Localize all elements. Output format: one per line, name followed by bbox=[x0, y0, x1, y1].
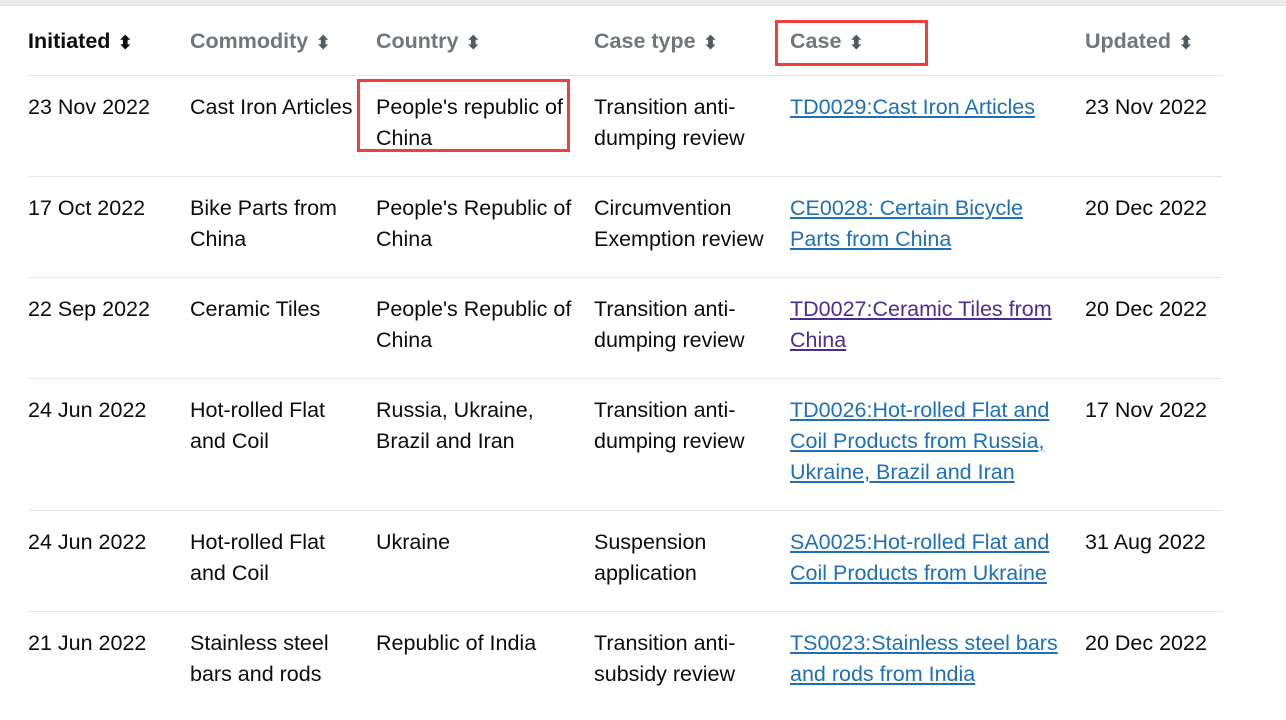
cell-commodity: Hot-rolled Flat and Coil bbox=[190, 510, 376, 612]
case-link[interactable]: CE0028: Certain Bicycle Parts from China bbox=[790, 196, 1023, 251]
cell-initiated: 24 Jun 2022 bbox=[28, 378, 190, 511]
column-header-initiated-label: Initiated bbox=[28, 29, 111, 53]
cell-updated: 23 Nov 2022 bbox=[1085, 75, 1222, 177]
cell-case: CE0028: Certain Bicycle Parts from China bbox=[790, 176, 1085, 278]
column-header-case-type-label: Case type bbox=[594, 29, 696, 53]
cell-case-type: Suspension application bbox=[594, 510, 790, 612]
cell-country: People's republic of China bbox=[376, 75, 594, 177]
column-header-case[interactable]: Case ⬍ bbox=[790, 8, 1085, 76]
cell-case-type: Circumvention Exemption review bbox=[594, 176, 790, 278]
table-row: 21 Jun 2022 Stainless steel bars and rod… bbox=[28, 612, 1222, 713]
cell-commodity: Bike Parts from China bbox=[190, 176, 376, 278]
cases-table-container: Initiated ⬍ Commodity ⬍ Country ⬍ Case type… bbox=[0, 8, 1286, 712]
column-header-commodity-label: Commodity bbox=[190, 29, 309, 53]
cell-case-type: Transition anti-dumping review bbox=[594, 75, 790, 177]
cell-updated: 20 Dec 2022 bbox=[1085, 176, 1222, 278]
page-top-strip bbox=[0, 0, 1286, 6]
cell-country: Ukraine bbox=[376, 510, 594, 612]
case-link[interactable]: TD0027:Ceramic Tiles from China bbox=[790, 297, 1052, 352]
cell-commodity: Cast Iron Articles bbox=[190, 75, 376, 177]
case-link[interactable]: SA0025:Hot-rolled Flat and Coil Products… bbox=[790, 530, 1049, 585]
sort-updown-icon[interactable]: ⬍ bbox=[703, 34, 719, 53]
table-row: 24 Jun 2022 Hot-rolled Flat and Coil Ukr… bbox=[28, 510, 1222, 612]
cell-case: TD0027:Ceramic Tiles from China bbox=[790, 277, 1085, 379]
cell-initiated: 22 Sep 2022 bbox=[28, 277, 190, 379]
table-row: 17 Oct 2022 Bike Parts from China People… bbox=[28, 176, 1222, 278]
cell-case-type: Transition anti-subsidy review bbox=[594, 631, 736, 686]
column-header-case-label: Case bbox=[790, 29, 842, 53]
cell-commodity: Hot-rolled Flat and Coil bbox=[190, 378, 376, 511]
sort-updown-icon[interactable]: ⬍ bbox=[848, 34, 864, 53]
cell-country: People's Republic of China bbox=[376, 277, 594, 379]
cell-initiated: 21 Jun 2022 bbox=[28, 631, 147, 655]
cell-updated: 20 Dec 2022 bbox=[1085, 277, 1222, 379]
cell-case: TS0023:Stainless steel bars and rods fro… bbox=[790, 612, 1085, 713]
cell-case-type: Transition anti-dumping review bbox=[594, 378, 790, 511]
column-header-initiated[interactable]: Initiated ⬍ bbox=[28, 8, 190, 76]
sort-updown-icon[interactable]: ⬍ bbox=[465, 34, 481, 53]
column-header-country[interactable]: Country ⬍ bbox=[376, 8, 594, 76]
column-header-commodity[interactable]: Commodity ⬍ bbox=[190, 8, 376, 76]
column-header-updated[interactable]: Updated ⬍ bbox=[1085, 8, 1222, 76]
column-header-updated-label: Updated bbox=[1085, 29, 1171, 53]
cell-commodity: Ceramic Tiles bbox=[190, 277, 376, 379]
case-link[interactable]: TS0023:Stainless steel bars and rods fro… bbox=[790, 631, 1058, 686]
cell-country: People's Republic of China bbox=[376, 176, 594, 278]
cell-commodity: Stainless steel bars and rods bbox=[190, 631, 329, 686]
table-header-row: Initiated ⬍ Commodity ⬍ Country ⬍ Case type… bbox=[28, 8, 1222, 76]
cell-initiated: 17 Oct 2022 bbox=[28, 176, 190, 278]
column-header-case-type[interactable]: Case type ⬍ bbox=[594, 8, 790, 76]
cell-case-type: Transition anti-dumping review bbox=[594, 277, 790, 379]
column-header-country-label: Country bbox=[376, 29, 459, 53]
sort-updown-icon[interactable]: ⬍ bbox=[315, 34, 331, 53]
cell-updated: 31 Aug 2022 bbox=[1085, 510, 1222, 612]
cell-case: TD0029:Cast Iron Articles bbox=[790, 75, 1085, 177]
trade-cases-table: Initiated ⬍ Commodity ⬍ Country ⬍ Case type… bbox=[28, 8, 1222, 712]
cell-case: TD0026:Hot-rolled Flat and Coil Products… bbox=[790, 378, 1085, 511]
cell-case: SA0025:Hot-rolled Flat and Coil Products… bbox=[790, 510, 1085, 612]
table-row: 23 Nov 2022 Cast Iron Articles People's … bbox=[28, 75, 1222, 177]
table-header: Initiated ⬍ Commodity ⬍ Country ⬍ Case type… bbox=[28, 8, 1222, 76]
table-row: 24 Jun 2022 Hot-rolled Flat and Coil Rus… bbox=[28, 378, 1222, 511]
case-link[interactable]: TD0029:Cast Iron Articles bbox=[790, 95, 1035, 119]
sort-updown-icon[interactable]: ⬍ bbox=[1178, 34, 1194, 53]
sort-updown-icon[interactable]: ⬍ bbox=[117, 34, 133, 53]
cell-updated: 17 Nov 2022 bbox=[1085, 378, 1222, 511]
cell-initiated: 24 Jun 2022 bbox=[28, 510, 190, 612]
table-row: 22 Sep 2022 Ceramic Tiles People's Repub… bbox=[28, 277, 1222, 379]
cell-initiated: 23 Nov 2022 bbox=[28, 75, 190, 177]
case-link[interactable]: TD0026:Hot-rolled Flat and Coil Products… bbox=[790, 398, 1049, 484]
cell-country: Republic of India bbox=[376, 631, 537, 655]
cell-updated: 20 Dec 2022 bbox=[1085, 631, 1207, 655]
cell-country: Russia, Ukraine, Brazil and Iran bbox=[376, 378, 594, 511]
table-body: 23 Nov 2022 Cast Iron Articles People's … bbox=[28, 75, 1222, 713]
